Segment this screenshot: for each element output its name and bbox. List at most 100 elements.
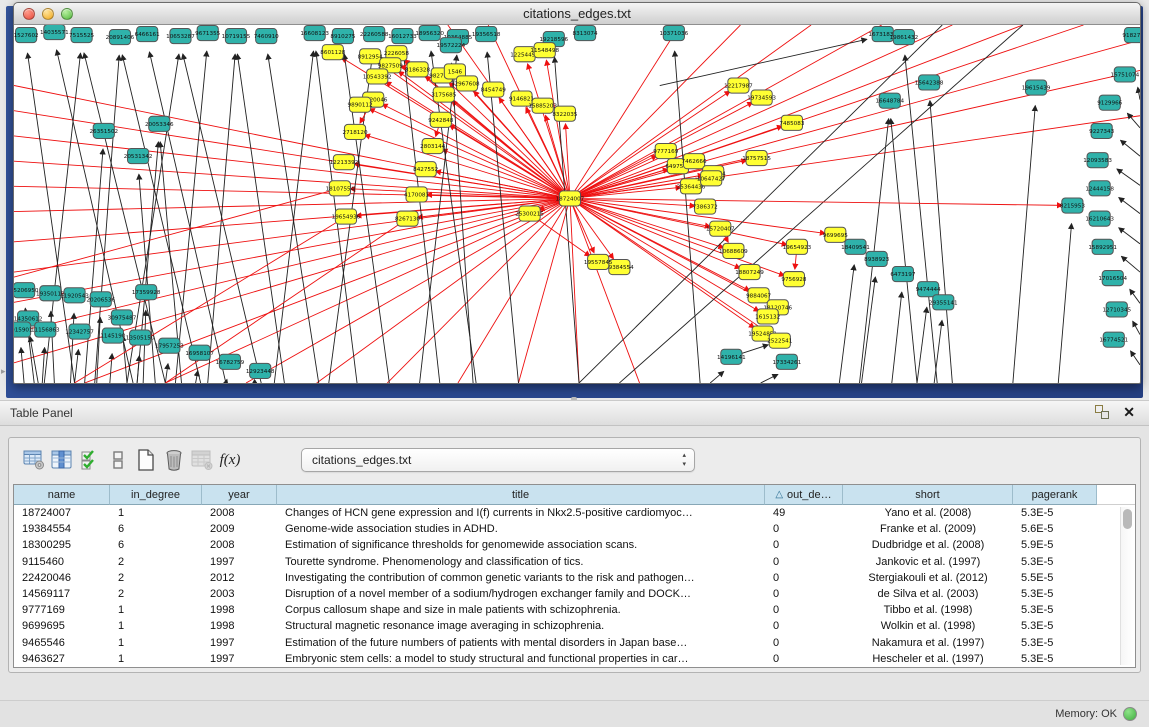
column-settings-button[interactable]: [21, 447, 47, 473]
panel-collapse-arrow-icon[interactable]: ▸: [1, 366, 6, 377]
graph-node-teal[interactable]: 17016504: [1098, 271, 1127, 286]
graph-node-teal[interactable]: 7460910: [254, 29, 279, 44]
table-row[interactable]: 2242004622012Investigating the contribut…: [14, 570, 1135, 586]
graph-node-yellow[interactable]: 19557845: [584, 254, 613, 269]
graph-node-yellow[interactable]: 2522541: [767, 333, 792, 348]
graph-node-yellow[interactable]: 19734593: [747, 90, 776, 105]
column-header-title[interactable]: title: [277, 485, 765, 505]
graph-node-teal[interactable]: 19572224: [437, 38, 466, 53]
graph-node-teal[interactable]: 8910275: [330, 29, 355, 44]
column-header-out_de[interactable]: △out_de…: [765, 485, 843, 505]
table-row[interactable]: 969969511998Structural magnetic resonanc…: [14, 618, 1135, 634]
float-panel-icon[interactable]: [1095, 405, 1109, 419]
graph-node-yellow[interactable]: 10543392: [363, 69, 392, 84]
table-row[interactable]: 911546021997Tourette syndrome. Phenomeno…: [14, 554, 1135, 570]
table-row[interactable]: 1938455462009Genome-wide association stu…: [14, 521, 1135, 537]
graph-node-teal[interactable]: 19615439: [1022, 80, 1051, 95]
graph-node-yellow[interactable]: 18807249: [735, 265, 764, 280]
graph-node-teal[interactable]: 9182736: [1122, 28, 1140, 43]
graph-node-teal[interactable]: 12923448: [246, 363, 275, 378]
graph-node-teal[interactable]: 16782759: [216, 354, 245, 369]
graph-node-yellow[interactable]: 9242848: [428, 112, 453, 127]
graph-node-yellow[interactable]: 8427552: [413, 162, 438, 177]
graph-node-yellow[interactable]: 25300215: [515, 206, 544, 221]
graph-node-teal[interactable]: 15751074: [1111, 67, 1140, 82]
graph-node-teal[interactable]: 29355141: [929, 295, 958, 310]
graph-node-teal[interactable]: 8215953: [1060, 198, 1085, 213]
graph-node-teal[interactable]: 11920543: [60, 288, 89, 303]
import-table-button[interactable]: [77, 447, 103, 473]
graph-node-yellow[interactable]: 7485083: [779, 115, 804, 130]
graph-node-teal[interactable]: 9129966: [1097, 95, 1122, 110]
function-builder-button[interactable]: f(x): [217, 447, 243, 473]
column-header-short[interactable]: short: [843, 485, 1013, 505]
delete-table-button[interactable]: [161, 447, 187, 473]
graph-node-yellow[interactable]: 7386372: [693, 199, 718, 214]
graph-node-teal[interactable]: 8938923: [864, 251, 889, 266]
graph-node-teal[interactable]: 9671355: [195, 26, 220, 41]
graph-node-teal[interactable]: 11156863: [31, 322, 60, 337]
column-header-in_degree[interactable]: in_degree: [110, 485, 202, 505]
graph-node-teal[interactable]: 17334261: [773, 354, 802, 369]
graph-node-yellow[interactable]: 10688609: [719, 243, 748, 258]
graph-node-yellow[interactable]: 10647427: [697, 171, 726, 186]
graph-node-teal[interactable]: 9227343: [1089, 123, 1114, 138]
graph-node-yellow[interactable]: 9777169: [653, 143, 678, 158]
citation-network-graph[interactable]: 1527602140355717515525208914066466161106…: [14, 25, 1140, 383]
graph-node-teal[interactable]: 15642388: [915, 75, 944, 90]
graph-node-yellow[interactable]: 1615132: [755, 309, 780, 324]
graph-node-yellow[interactable]: 8186328: [405, 62, 430, 77]
graph-node-teal[interactable]: 17957253: [155, 338, 184, 353]
column-header-pagerank[interactable]: pagerank: [1013, 485, 1097, 505]
graph-node-teal[interactable]: 16012733: [388, 29, 417, 44]
graph-node-yellow[interactable]: 19654936: [332, 209, 361, 224]
column-header-name[interactable]: name: [14, 485, 110, 505]
network-canvas[interactable]: 1527602140355717515525208914066466161106…: [14, 25, 1140, 383]
table-row[interactable]: 946554611997Estimation of the future num…: [14, 635, 1135, 651]
graph-node-yellow[interactable]: 9890112: [348, 97, 373, 112]
graph-node-yellow[interactable]: 8601128: [320, 45, 345, 60]
graph-node-teal[interactable]: 19861432: [890, 30, 919, 45]
graph-node-yellow[interactable]: 18107554: [326, 181, 355, 196]
graph-node-teal[interactable]: 16958107: [185, 345, 214, 360]
graph-node-teal[interactable]: 13505150: [126, 330, 155, 345]
table-row[interactable]: 1456911722003Disruption of a novel membe…: [14, 586, 1135, 602]
memory-ok-indicator[interactable]: [1123, 707, 1137, 721]
graph-node-teal[interactable]: 20206536: [86, 292, 115, 307]
graph-node-teal[interactable]: 7515525: [69, 28, 94, 43]
graph-node-yellow[interactable]: 19654923: [783, 239, 812, 254]
graph-node-teal[interactable]: 10653287: [166, 29, 195, 44]
show-columns-button[interactable]: [49, 447, 75, 473]
graph-node-teal[interactable]: 12710345: [1102, 302, 1131, 317]
graph-node-teal[interactable]: 10371036: [660, 26, 689, 41]
table-scrollbar[interactable]: [1120, 507, 1133, 665]
graph-node-teal[interactable]: 20891406: [106, 30, 135, 45]
create-table-button[interactable]: [133, 447, 159, 473]
graph-node-yellow[interactable]: 8454749: [481, 82, 506, 97]
graph-node-teal[interactable]: 10719155: [222, 29, 251, 44]
graph-node-teal[interactable]: 12093583: [1083, 153, 1112, 168]
graph-node-yellow[interactable]: 15720407: [706, 221, 735, 236]
graph-node-teal[interactable]: 18956320: [415, 26, 444, 41]
graph-node-yellow[interactable]: 18724007: [556, 191, 585, 206]
graph-node-yellow[interactable]: 11548498: [530, 43, 559, 58]
column-header-year[interactable]: year: [202, 485, 277, 505]
graph-node-teal[interactable]: 20531342: [124, 149, 153, 164]
row-height-button[interactable]: [105, 447, 131, 473]
graph-node-yellow[interactable]: 2803144: [420, 138, 445, 153]
graph-node-teal[interactable]: 14035571: [40, 25, 69, 40]
graph-node-teal[interactable]: 16608123: [300, 26, 329, 41]
graph-node-teal[interactable]: 17359928: [132, 285, 161, 300]
graph-node-teal[interactable]: 16648784: [875, 93, 904, 108]
graph-node-yellow[interactable]: 8267130: [395, 211, 420, 226]
graph-node-teal[interactable]: 16210643: [1085, 211, 1114, 226]
graph-node-teal[interactable]: 20053346: [145, 116, 174, 131]
graph-node-teal[interactable]: 15892951: [1088, 239, 1117, 254]
close-panel-icon[interactable]: ✕: [1123, 405, 1135, 419]
graph-node-yellow[interactable]: 12213392: [330, 155, 359, 170]
graph-node-yellow[interactable]: 2718120: [342, 124, 367, 139]
graph-node-teal[interactable]: 1145190: [100, 328, 125, 343]
scrollbar-thumb[interactable]: [1123, 509, 1132, 529]
graph-node-teal[interactable]: 12444158: [1085, 181, 1114, 196]
graph-node-yellow[interactable]: 8322035: [552, 106, 577, 121]
